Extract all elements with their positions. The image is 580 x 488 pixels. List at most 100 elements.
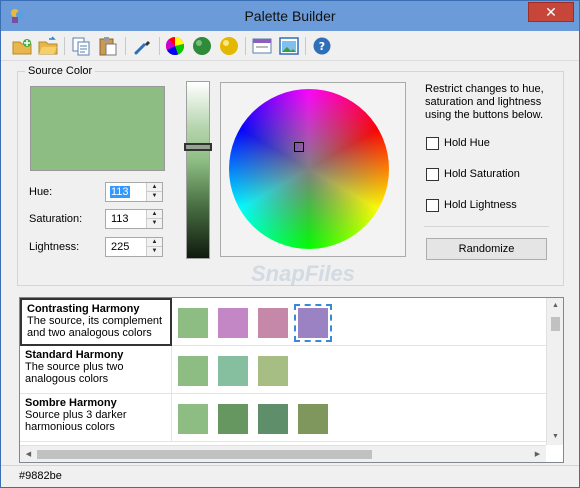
saturation-spinner-arrows: ▲ ▼ — [146, 210, 162, 228]
lightness-label: Lightness: — [29, 241, 80, 253]
saturation-spinner[interactable]: 113 ▲ ▼ — [105, 209, 163, 229]
toolbar-separator — [159, 37, 160, 55]
palette-builder-window: Palette Builder ✕ ? Source Color Hue: 11… — [0, 0, 580, 488]
harmony-swatch[interactable] — [218, 356, 248, 386]
window-icon — [252, 38, 272, 54]
hold-hue-label[interactable]: Hold Hue — [444, 137, 490, 149]
color-wheel-icon — [165, 36, 185, 55]
open-button[interactable] — [37, 35, 59, 57]
hue-value[interactable]: 113 — [110, 186, 130, 198]
lightness-value[interactable]: 225 — [111, 241, 129, 253]
restrict-instructions: Restrict changes to hue, saturation and … — [425, 83, 544, 121]
new-palette-icon — [12, 39, 32, 55]
divider — [424, 226, 549, 227]
vertical-scroll-thumb[interactable] — [551, 317, 560, 331]
green-sphere-button[interactable] — [191, 35, 213, 57]
vertical-scrollbar[interactable]: ▲ ▼ — [546, 298, 563, 445]
hue-up-arrow-icon[interactable]: ▲ — [147, 183, 162, 192]
source-color-swatch — [30, 86, 165, 171]
checkbox-icon[interactable] — [426, 137, 439, 150]
harmony-swatch[interactable] — [258, 308, 288, 338]
harmony-swatch[interactable] — [178, 356, 208, 386]
copy-icon — [72, 37, 90, 56]
saturation-value[interactable]: 113 — [111, 213, 129, 225]
hue-label: Hue: — [29, 186, 53, 198]
randomize-button[interactable]: Randomize — [426, 238, 547, 260]
hold-lightness-checkbox[interactable]: Hold Lightness — [426, 199, 546, 213]
color-wheel[interactable] — [229, 89, 389, 249]
hue-spinner[interactable]: 113 ▲ ▼ — [105, 182, 163, 202]
checkbox-icon[interactable] — [426, 168, 439, 181]
harmony-list: Contrasting Harmony The source, its comp… — [19, 297, 564, 463]
hue-down-arrow-icon[interactable]: ▼ — [147, 192, 162, 201]
color-wheel-button[interactable] — [164, 35, 186, 57]
paste-button[interactable] — [97, 35, 119, 57]
harmony-title: Sombre Harmony — [25, 397, 117, 409]
saturation-down-arrow-icon[interactable]: ▼ — [147, 219, 162, 228]
copy-button[interactable] — [70, 35, 92, 57]
status-color-hex: #9882be — [19, 470, 62, 482]
image-button[interactable] — [278, 35, 300, 57]
toolbar: ? — [1, 31, 579, 61]
hold-lightness-label[interactable]: Hold Lightness — [444, 199, 517, 211]
help-button[interactable]: ? — [311, 35, 333, 57]
window-button[interactable] — [251, 35, 273, 57]
harmony-swatch[interactable] — [178, 308, 208, 338]
lightness-up-arrow-icon[interactable]: ▲ — [147, 238, 162, 247]
yellow-sphere-button[interactable] — [218, 35, 240, 57]
scroll-up-arrow-icon[interactable]: ▲ — [547, 298, 564, 314]
snapfiles-watermark: SnapFiles — [251, 261, 355, 286]
harmony-swatch[interactable] — [258, 404, 288, 434]
harmony-title: Contrasting Harmony — [27, 303, 140, 315]
lightness-slider[interactable] — [186, 81, 210, 259]
svg-text:?: ? — [319, 40, 325, 53]
harmony-row-sombre[interactable]: Sombre Harmony Source plus 3 darker harm… — [20, 394, 546, 442]
lightness-slider-thumb[interactable] — [184, 143, 212, 151]
hold-hue-checkbox[interactable]: Hold Hue — [426, 137, 546, 151]
source-color-label: Source Color — [25, 65, 96, 77]
saturation-up-arrow-icon[interactable]: ▲ — [147, 210, 162, 219]
harmony-name-cell[interactable]: Standard Harmony The source plus two ana… — [20, 346, 172, 394]
checkbox-icon[interactable] — [426, 199, 439, 212]
paste-icon — [99, 37, 117, 56]
harmony-description: The source plus two analogous colors — [25, 361, 124, 385]
toolbar-separator — [125, 37, 126, 55]
harmony-name-cell[interactable]: Sombre Harmony Source plus 3 darker harm… — [20, 394, 172, 442]
harmony-swatch[interactable] — [218, 308, 248, 338]
close-icon: ✕ — [545, 4, 557, 20]
close-button[interactable]: ✕ — [528, 2, 574, 22]
scroll-down-arrow-icon[interactable]: ▼ — [547, 429, 564, 445]
lightness-spinner-arrows: ▲ ▼ — [146, 238, 162, 256]
scroll-right-arrow-icon[interactable]: ▶ — [529, 446, 546, 463]
horizontal-scroll-thumb[interactable] — [37, 450, 372, 459]
lightness-spinner[interactable]: 225 ▲ ▼ — [105, 237, 163, 257]
horizontal-scrollbar[interactable]: ◀ ▶ — [20, 445, 546, 462]
harmony-row-contrasting[interactable]: Contrasting Harmony The source, its comp… — [20, 298, 546, 346]
hold-saturation-checkbox[interactable]: Hold Saturation — [426, 168, 546, 182]
harmony-swatch[interactable] — [258, 356, 288, 386]
harmony-swatch[interactable] — [178, 404, 208, 434]
eyedropper-button[interactable] — [132, 35, 154, 57]
harmony-description: Source plus 3 darker harmonious colors — [25, 409, 127, 433]
toolbar-separator — [305, 37, 306, 55]
title-bar: Palette Builder ✕ — [1, 1, 579, 31]
harmony-swatch[interactable] — [218, 404, 248, 434]
hold-saturation-label[interactable]: Hold Saturation — [444, 168, 520, 180]
scroll-left-arrow-icon[interactable]: ◀ — [20, 446, 37, 463]
yellow-sphere-icon — [220, 37, 238, 55]
harmony-description: The source, its complement and two analo… — [27, 315, 163, 339]
saturation-label: Saturation: — [29, 213, 83, 225]
new-palette-button[interactable] — [11, 35, 33, 57]
harmony-row-standard[interactable]: Standard Harmony The source plus two ana… — [20, 346, 546, 394]
green-sphere-icon — [193, 37, 211, 55]
toolbar-separator — [64, 37, 65, 55]
lightness-down-arrow-icon[interactable]: ▼ — [147, 247, 162, 256]
color-wheel-marker[interactable] — [294, 142, 304, 152]
status-bar: #9882be — [1, 465, 579, 487]
harmony-swatch[interactable] — [298, 404, 328, 434]
toolbar-separator — [245, 37, 246, 55]
image-icon — [279, 37, 299, 55]
harmony-swatch-selected[interactable] — [294, 304, 332, 342]
harmony-name-cell[interactable]: Contrasting Harmony The source, its comp… — [20, 298, 172, 346]
hue-spinner-arrows: ▲ ▼ — [146, 183, 162, 201]
